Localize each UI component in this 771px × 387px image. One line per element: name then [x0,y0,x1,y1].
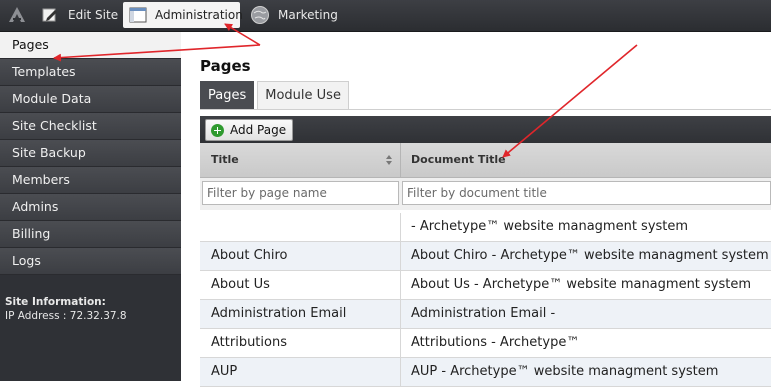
row-document-title: AUP - Archetype™ website managment syste… [411,364,719,379]
cell-divider [400,213,401,241]
add-icon [211,123,224,137]
table-row[interactable]: About Us About Us - Archetype™ website m… [200,271,771,300]
admin-sidebar: Pages Templates Module Data Site Checkli… [0,32,181,381]
tab-pages[interactable]: Pages [200,81,255,110]
table-row[interactable]: Administration Email Administration Emai… [200,300,771,329]
row-title [211,213,396,241]
marketing-label: Marketing [278,8,338,22]
edit-site-label: Edit Site [68,8,119,22]
table-row[interactable]: Attributions Attributions - Archetype™ [200,329,771,358]
row-title: About Chiro [211,248,288,263]
row-document-title: Attributions - Archetype™ [411,335,580,350]
globe-icon [250,5,270,25]
site-information: Site Information: IP Address : 72.32.37.… [0,275,181,323]
sidebar-item-pages[interactable]: Pages [0,32,181,59]
sidebar-item-admins[interactable]: Admins [0,194,181,221]
marketing-button[interactable]: Marketing [250,2,338,28]
table-header: Title Document Title [200,143,771,178]
table-row[interactable]: - Archetype™ website managment system [200,213,771,242]
add-page-label: Add Page [230,123,287,137]
column-header-document-title[interactable]: Document Title [411,143,506,177]
table-row[interactable]: AUP AUP - Archetype™ website managment s… [200,358,771,387]
administration-label: Administration [155,8,243,22]
sidebar-item-templates[interactable]: Templates [0,59,181,86]
column-header-title[interactable]: Title [211,143,391,177]
sidebar-item-site-backup[interactable]: Site Backup [0,140,181,167]
row-title: Attributions [211,335,287,350]
top-toolbar: Edit Site Administration Marketing [0,0,771,32]
row-title: AUP [211,364,238,379]
row-document-title: About Chiro - Archetype™ website managme… [411,248,769,263]
cell-divider [400,300,401,328]
cell-divider [400,358,401,386]
pencil-icon [40,5,60,25]
sidebar-item-members[interactable]: Members [0,167,181,194]
filter-row [200,178,771,210]
column-divider [400,143,401,177]
filter-document-title-input[interactable] [402,181,771,205]
page-title: Pages [200,57,251,75]
ip-address: IP Address : 72.32.37.8 [5,310,127,322]
row-document-title: - Archetype™ website managment system [411,219,689,234]
sidebar-item-site-checklist[interactable]: Site Checklist [0,113,181,140]
row-document-title: Administration Email - [411,306,556,321]
edit-site-button[interactable]: Edit Site [40,2,118,28]
tab-module-use[interactable]: Module Use [257,81,349,110]
sort-icon[interactable] [385,154,393,166]
row-document-title: About Us - Archetype™ website managment … [411,277,752,292]
cell-divider [400,271,401,299]
row-title: Administration Email [211,306,347,321]
grid-toolbar: Add Page [200,116,771,143]
site-info-header: Site Information: [5,296,106,308]
cell-divider [400,329,401,357]
tab-divider [200,109,771,110]
sidebar-item-logs[interactable]: Logs [0,248,181,275]
archetype-logo-icon[interactable] [8,6,26,24]
sidebar-item-billing[interactable]: Billing [0,221,181,248]
administration-button[interactable]: Administration [123,2,243,28]
filter-page-name-input[interactable] [202,181,399,205]
window-icon [129,5,147,25]
pages-table-body: - Archetype™ website managment system Ab… [200,213,771,387]
cell-divider [400,242,401,270]
table-row[interactable]: About Chiro About Chiro - Archetype™ web… [200,242,771,271]
tab-bar: Pages Module Use [200,81,352,110]
add-page-button[interactable]: Add Page [205,119,294,141]
row-title: About Us [211,277,270,292]
main-content: Pages Pages Module Use Add Page Title Do… [181,32,771,387]
sidebar-item-module-data[interactable]: Module Data [0,86,181,113]
